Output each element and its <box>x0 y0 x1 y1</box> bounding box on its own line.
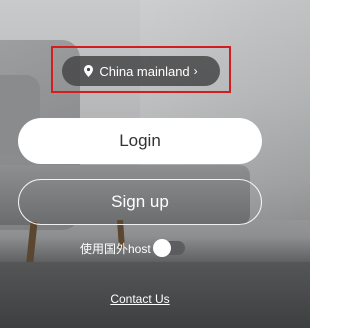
login-label: Login <box>119 131 161 150</box>
toggle-knob <box>152 239 171 257</box>
contact-us-link[interactable]: Contact Us <box>0 292 280 306</box>
signup-label: Sign up <box>111 192 169 211</box>
foreign-host-label: 使用国外host <box>80 241 151 256</box>
foreign-host-setting: 使用国外host <box>80 238 185 258</box>
signup-button[interactable]: Sign up <box>18 179 262 225</box>
login-screen: China mainland › Login Sign up 使用国外host … <box>0 0 310 328</box>
login-button[interactable]: Login <box>18 118 262 164</box>
region-highlight-box <box>51 46 231 93</box>
foreign-host-toggle[interactable] <box>152 239 185 257</box>
